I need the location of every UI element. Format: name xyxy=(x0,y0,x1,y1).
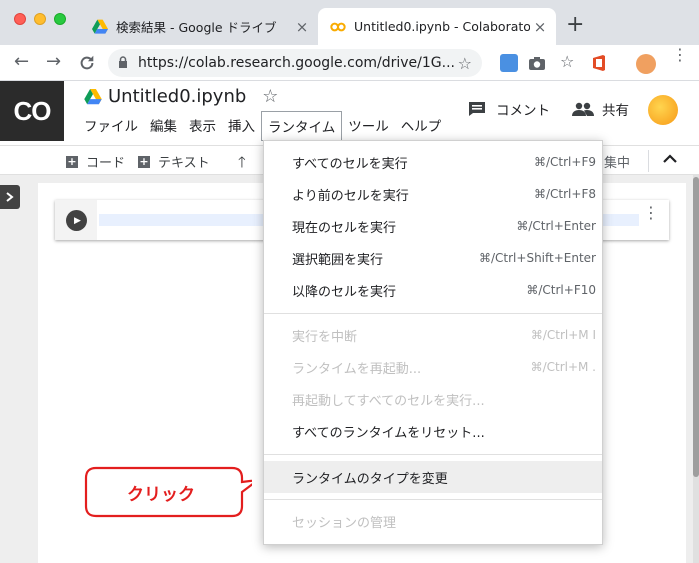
tab-close-icon[interactable]: × xyxy=(292,18,312,36)
menu-view[interactable]: 表示 xyxy=(183,111,222,141)
menu-separator xyxy=(264,454,602,455)
menu-bar: ファイル 編集 表示 挿入 ランタイム ツール ヘルプ xyxy=(78,111,447,141)
tab-google-drive[interactable]: 検索結果 - Google ドライブ × xyxy=(80,8,318,45)
window-maximize-button[interactable] xyxy=(54,13,66,25)
camera-icon[interactable] xyxy=(528,54,546,72)
cell-gutter: ▶ xyxy=(55,200,97,240)
plus-icon: + xyxy=(138,154,150,168)
forward-button[interactable]: → xyxy=(46,51,61,72)
extension-translate-icon[interactable] xyxy=(500,54,518,72)
reload-icon[interactable] xyxy=(78,54,96,72)
sidebar-toggle-button[interactable] xyxy=(0,185,20,209)
notebook-title[interactable]: Untitled0.ipynb xyxy=(108,86,246,107)
browser-tab-bar: 検索結果 - Google ドライブ × Untitled0.ipynb - C… xyxy=(0,0,699,45)
menu-item-label: 以降のセルを実行 xyxy=(292,284,397,300)
people-icon xyxy=(572,102,594,116)
menu-insert[interactable]: 挿入 xyxy=(222,111,261,141)
menu-item-label: すべてのランタイムをリセット... xyxy=(292,425,485,441)
runtime-dropdown-menu: すべてのセルを実行 ⌘/Ctrl+F9 より前のセルを実行 ⌘/Ctrl+F8 … xyxy=(263,140,603,545)
menu-item-label: セッションの管理 xyxy=(292,515,397,531)
cell-more-icon[interactable]: ⋮ xyxy=(643,205,659,221)
chevron-right-icon xyxy=(6,192,14,202)
menu-item-label: ランタイムを再起動... xyxy=(292,361,422,377)
browser-menu-icon[interactable]: ⋮ xyxy=(672,47,690,70)
toolbar-divider xyxy=(648,150,649,172)
url-text: https://colab.research.google.com/drive/… xyxy=(138,55,455,71)
tab-title: 検索結果 - Google ドライブ xyxy=(116,20,277,35)
menu-tools[interactable]: ツール xyxy=(342,111,395,141)
menu-item-run-current[interactable]: 現在のセルを実行 ⌘/Ctrl+Enter xyxy=(264,210,602,242)
profile-avatar[interactable] xyxy=(636,54,656,74)
menu-item-change-runtime-type[interactable]: ランタイムのタイプを変更 xyxy=(264,461,602,493)
menu-edit[interactable]: 編集 xyxy=(144,111,183,141)
lock-icon xyxy=(118,55,128,71)
google-drive-icon xyxy=(92,19,108,34)
scrollbar-thumb[interactable] xyxy=(693,177,699,477)
scrollbar[interactable] xyxy=(693,175,699,563)
click-callout-text: クリック xyxy=(127,485,195,505)
add-text-button[interactable]: + テキスト xyxy=(138,152,210,171)
menu-item-restart-run-all: 再起動してすべてのセルを実行... xyxy=(264,383,602,415)
menu-item-interrupt: 実行を中断 ⌘/Ctrl+M I xyxy=(264,319,602,351)
menu-item-run-before[interactable]: より前のセルを実行 ⌘/Ctrl+F8 xyxy=(264,178,602,210)
menu-item-run-selection[interactable]: 選択範囲を実行 ⌘/Ctrl+Shift+Enter xyxy=(264,242,602,274)
menu-item-shortcut: ⌘/Ctrl+M I xyxy=(530,328,596,342)
tab-title: Untitled0.ipynb - Colaboratory xyxy=(354,19,530,34)
colab-icon xyxy=(330,22,346,31)
comment-icon xyxy=(469,102,485,116)
menu-item-label: 選択範囲を実行 xyxy=(292,252,384,268)
menu-item-restart: ランタイムを再起動... ⌘/Ctrl+M . xyxy=(264,351,602,383)
add-code-button[interactable]: + コード xyxy=(66,152,125,171)
add-text-label: テキスト xyxy=(158,156,210,171)
menu-item-run-after[interactable]: 以降のセルを実行 ⌘/Ctrl+F10 xyxy=(264,274,602,306)
menu-separator xyxy=(264,499,602,500)
menu-separator xyxy=(264,313,602,314)
menu-item-label: 実行を中断 xyxy=(292,329,358,345)
google-drive-icon xyxy=(84,88,102,104)
menu-item-shortcut: ⌘/Ctrl+F8 xyxy=(534,187,596,201)
new-tab-button[interactable]: + xyxy=(566,12,584,37)
user-avatar[interactable] xyxy=(648,95,678,125)
move-cell-up-icon[interactable]: 🡑 xyxy=(238,152,246,177)
menu-item-run-all[interactable]: すべてのセルを実行 ⌘/Ctrl+F9 xyxy=(264,146,602,178)
menu-item-shortcut: ⌘/Ctrl+F10 xyxy=(526,283,596,297)
menu-runtime[interactable]: ランタイム xyxy=(261,111,343,141)
menu-item-shortcut: ⌘/Ctrl+Shift+Enter xyxy=(479,251,596,265)
collapse-header-icon[interactable] xyxy=(663,154,677,164)
status-label: 集中 xyxy=(604,156,631,171)
back-button[interactable]: ← xyxy=(14,51,29,72)
menu-item-shortcut: ⌘/Ctrl+Enter xyxy=(516,219,596,233)
menu-item-label: すべてのセルを実行 xyxy=(292,156,408,172)
add-code-label: コード xyxy=(86,156,126,171)
tab-colaboratory[interactable]: Untitled0.ipynb - Colaboratory × xyxy=(318,8,556,45)
window-minimize-button[interactable] xyxy=(34,13,46,25)
menu-item-label: 再起動してすべてのセルを実行... xyxy=(292,393,485,409)
menu-item-label: ランタイムのタイプを変更 xyxy=(292,471,448,487)
menu-item-shortcut: ⌘/Ctrl+F9 xyxy=(534,155,596,169)
plus-icon: + xyxy=(66,154,78,168)
browser-toolbar: ← → https://colab.research.google.com/dr… xyxy=(0,45,699,81)
menu-item-reset-all-runtimes[interactable]: すべてのランタイムをリセット... xyxy=(264,415,602,447)
doc-title-row: Untitled0.ipynb ☆ xyxy=(84,86,278,107)
share-label: 共有 xyxy=(602,103,629,119)
menu-item-label: 現在のセルを実行 xyxy=(292,220,397,236)
share-button[interactable]: 共有 xyxy=(572,99,629,119)
tab-close-icon[interactable]: × xyxy=(530,18,550,36)
comment-button[interactable]: コメント xyxy=(468,99,550,119)
colab-header: CO Untitled0.ipynb ☆ ファイル 編集 表示 挿入 ランタイム… xyxy=(0,81,699,145)
colab-logo[interactable]: CO xyxy=(0,81,64,141)
comment-label: コメント xyxy=(496,103,550,119)
star-extension-icon[interactable]: ☆ xyxy=(560,52,578,71)
address-bar[interactable]: https://colab.research.google.com/drive/… xyxy=(108,49,482,77)
menu-item-manage-sessions: セッションの管理 xyxy=(264,505,602,537)
menu-file[interactable]: ファイル xyxy=(78,111,144,141)
menu-help[interactable]: ヘルプ xyxy=(395,111,448,141)
menu-item-label: より前のセルを実行 xyxy=(292,188,409,204)
office-extension-icon[interactable] xyxy=(590,54,608,72)
star-notebook-icon[interactable]: ☆ xyxy=(262,86,278,107)
bookmark-star-icon[interactable]: ☆ xyxy=(458,54,472,73)
window-close-button[interactable] xyxy=(14,13,26,25)
run-cell-button[interactable]: ▶ xyxy=(66,210,87,231)
menu-item-shortcut: ⌘/Ctrl+M . xyxy=(530,360,596,374)
